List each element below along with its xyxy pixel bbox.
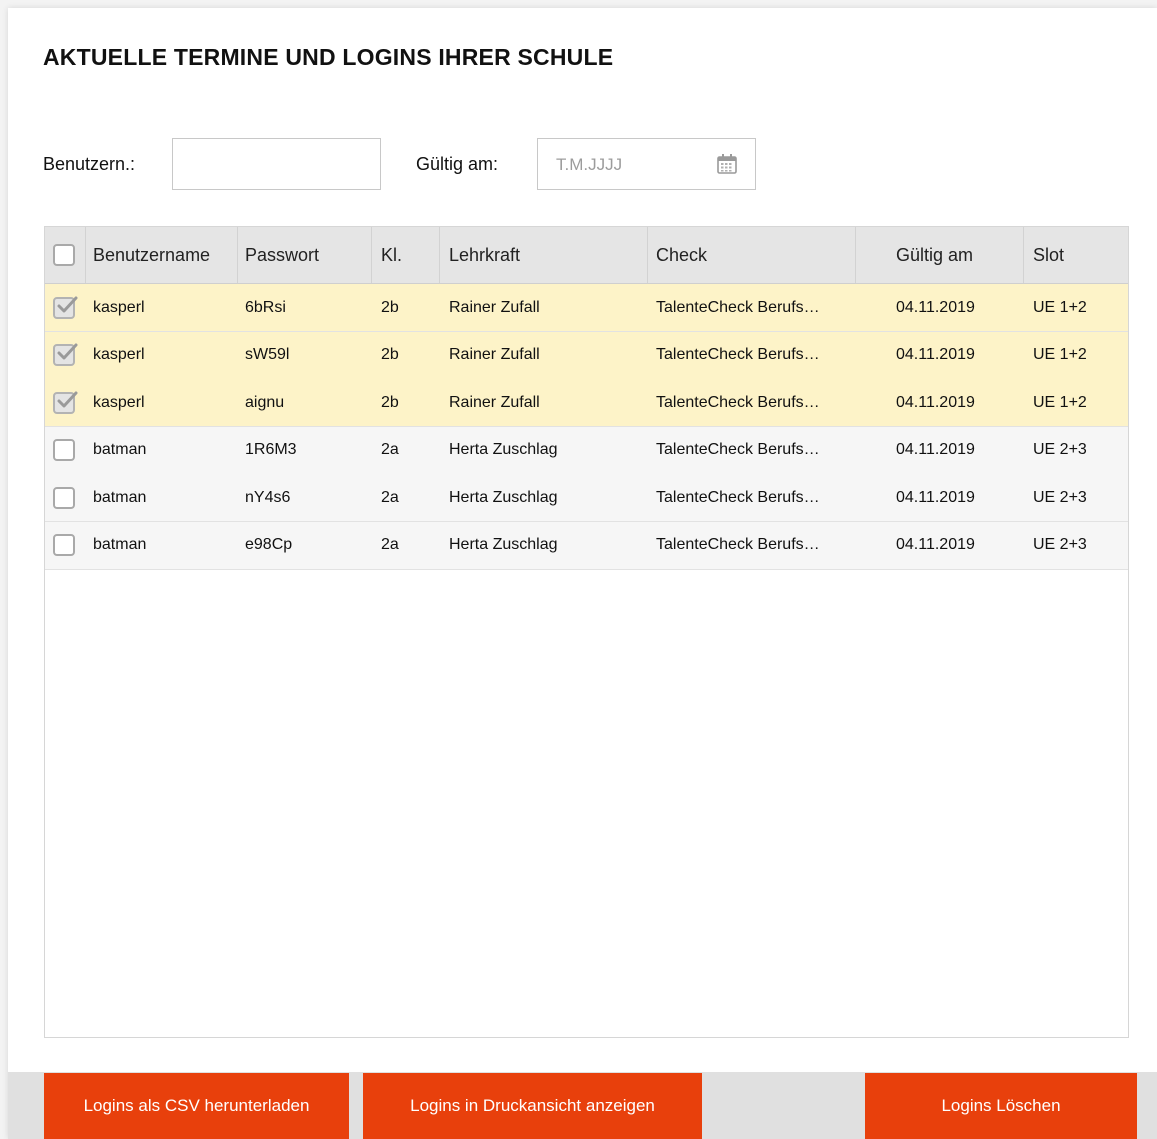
col-header-passwort[interactable]: Passwort (245, 227, 319, 283)
col-header-slot[interactable]: Slot (1033, 227, 1064, 283)
cell-slot: UE 2+3 (1033, 536, 1087, 553)
username-filter-label: Benutzern.: (43, 154, 136, 174)
cell-check: TalenteCheck Berufs… (656, 441, 820, 458)
table-row[interactable]: kasperl aignu 2b Rainer Zufall TalenteCheck … (45, 379, 1128, 427)
cell-klasse: 2b (381, 298, 399, 316)
row-checkbox[interactable] (53, 343, 78, 366)
cell-check: TalenteCheck Berufs… (656, 346, 820, 363)
column-divider (647, 227, 648, 283)
table-row[interactable]: batman 1R6M3 2a Herta Zuschlag TalenteCheck … (45, 426, 1128, 475)
cell-benutzername: kasperl (93, 393, 145, 411)
cell-slot: UE 1+2 (1033, 393, 1087, 411)
cell-check: TalenteCheck Berufs… (656, 393, 820, 411)
col-header-gueltig-am[interactable]: Gültig am (896, 227, 973, 283)
select-all-checkbox[interactable] (53, 244, 75, 266)
cell-passwort: e98Cp (245, 536, 293, 553)
date-filter-label: Gültig am: (416, 154, 499, 174)
cell-slot: UE 2+3 (1033, 441, 1087, 458)
calendar-icon[interactable] (715, 152, 739, 176)
delete-logins-button[interactable]: Logins Löschen (865, 1073, 1137, 1139)
print-view-button[interactable]: Logins in Druckansicht anzeigen (363, 1073, 702, 1139)
column-divider (237, 227, 238, 283)
table-row[interactable]: kasperl sW59l 2b Rainer Zufall TalenteCheck … (45, 331, 1128, 380)
cell-slot: UE 1+2 (1033, 346, 1087, 363)
cell-check: TalenteCheck Berufs… (656, 536, 820, 553)
row-checkbox[interactable] (53, 486, 75, 509)
col-header-check[interactable]: Check (656, 227, 707, 283)
cell-klasse: 2b (381, 393, 399, 411)
cell-passwort: nY4s6 (245, 488, 291, 506)
cell-passwort: 1R6M3 (245, 441, 297, 458)
cell-gueltig-am: 04.11.2019 (896, 298, 975, 316)
logins-table: Benutzername Passwort Kl. Lehrkraft Chec… (44, 226, 1129, 1038)
cell-lehrkraft: Rainer Zufall (449, 298, 540, 316)
date-filter-field[interactable] (537, 138, 756, 190)
checkmark-icon (57, 343, 78, 360)
column-divider (85, 227, 86, 283)
column-divider (371, 227, 372, 283)
cell-passwort: 6bRsi (245, 298, 286, 316)
checkmark-icon (57, 391, 78, 407)
cell-benutzername: batman (93, 488, 147, 506)
cell-lehrkraft: Rainer Zufall (449, 346, 540, 363)
row-checkbox[interactable] (53, 296, 78, 319)
cell-gueltig-am: 04.11.2019 (896, 488, 975, 506)
col-header-benutzername[interactable]: Benutzername (93, 227, 210, 283)
column-divider (855, 227, 856, 283)
username-filter-input[interactable] (172, 138, 381, 190)
cell-gueltig-am: 04.11.2019 (896, 441, 975, 458)
cell-passwort: sW59l (245, 346, 290, 363)
cell-benutzername: kasperl (93, 298, 145, 316)
table-row[interactable]: batman nY4s6 2a Herta Zuschlag TalenteCheck … (45, 474, 1128, 522)
cell-check: TalenteCheck Berufs… (656, 298, 820, 316)
cell-klasse: 2b (381, 346, 399, 363)
cell-check: TalenteCheck Berufs… (656, 488, 820, 506)
cell-passwort: aignu (245, 393, 285, 411)
cell-lehrkraft: Rainer Zufall (449, 393, 540, 411)
cell-lehrkraft: Herta Zuschlag (449, 488, 558, 506)
table-row[interactable]: batman e98Cp 2a Herta Zuschlag TalenteCheck … (45, 521, 1128, 570)
cell-benutzername: kasperl (93, 346, 145, 363)
table-header: Benutzername Passwort Kl. Lehrkraft Chec… (45, 227, 1128, 284)
row-checkbox[interactable] (53, 439, 75, 461)
cell-gueltig-am: 04.11.2019 (896, 536, 975, 553)
row-checkbox[interactable] (53, 534, 75, 556)
cell-klasse: 2a (381, 536, 399, 553)
column-divider (439, 227, 440, 283)
cell-lehrkraft: Herta Zuschlag (449, 536, 558, 553)
table-row[interactable]: kasperl 6bRsi 2b Rainer Zufall TalenteCheck … (45, 284, 1128, 332)
checkmark-icon (57, 296, 78, 312)
download-csv-button[interactable]: Logins als CSV herunterladen (44, 1073, 349, 1139)
cell-klasse: 2a (381, 488, 399, 506)
cell-slot: UE 2+3 (1033, 488, 1087, 506)
row-checkbox[interactable] (53, 391, 78, 414)
cell-benutzername: batman (93, 536, 147, 553)
cell-gueltig-am: 04.11.2019 (896, 346, 975, 363)
page-title: AKTUELLE TERMINE UND LOGINS IHRER SCHULE (43, 44, 614, 70)
cell-gueltig-am: 04.11.2019 (896, 393, 975, 411)
col-header-klasse[interactable]: Kl. (381, 227, 402, 283)
cell-slot: UE 1+2 (1033, 298, 1087, 316)
cell-benutzername: batman (93, 441, 147, 458)
col-header-lehrkraft[interactable]: Lehrkraft (449, 227, 520, 283)
column-divider (1023, 227, 1024, 283)
date-filter-input[interactable] (554, 154, 708, 176)
cell-klasse: 2a (381, 441, 399, 458)
cell-lehrkraft: Herta Zuschlag (449, 441, 558, 458)
